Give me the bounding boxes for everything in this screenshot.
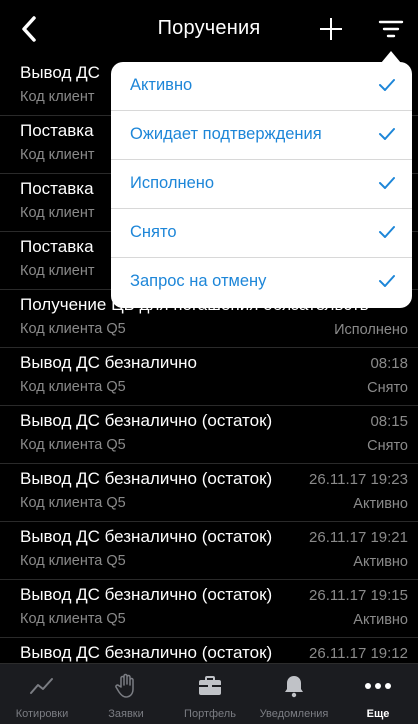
filter-option-active[interactable]: Активно bbox=[111, 62, 412, 111]
filter-option-label: Исполнено bbox=[130, 174, 215, 192]
list-item[interactable]: Вывод ДС безналично (остаток) Код клиент… bbox=[0, 580, 418, 638]
plus-icon bbox=[320, 18, 342, 40]
order-time: 26.11.17 19:15 bbox=[309, 587, 408, 604]
order-title: Поставка bbox=[20, 237, 94, 256]
checkmark-icon bbox=[379, 79, 395, 91]
order-status: Снято bbox=[367, 380, 408, 396]
order-client-code: Код клиент bbox=[20, 263, 95, 279]
order-status: Исполнено bbox=[334, 322, 408, 338]
list-item[interactable]: Вывод ДС безналично Код клиента Q5 08:18… bbox=[0, 348, 418, 406]
checkmark-icon bbox=[379, 275, 395, 287]
order-status: Активно bbox=[353, 496, 408, 512]
tab-orders[interactable]: Заявки bbox=[84, 664, 168, 724]
order-status: Активно bbox=[353, 612, 408, 628]
order-time: 08:18 bbox=[370, 355, 408, 372]
order-client-code: Код клиент bbox=[20, 89, 95, 105]
order-client-code: Код клиента Q5 bbox=[20, 379, 126, 395]
bell-icon bbox=[285, 676, 303, 698]
filter-option-awaiting-confirmation[interactable]: Ожидает подтверждения bbox=[111, 111, 412, 160]
briefcase-icon bbox=[199, 676, 221, 695]
tab-notifications[interactable]: Уведомления bbox=[252, 664, 336, 724]
list-item[interactable]: Вывод ДС безналично (остаток) Код клиент… bbox=[0, 406, 418, 464]
order-title: Вывод ДС безналично (остаток) bbox=[20, 527, 273, 546]
checkmark-icon bbox=[379, 128, 395, 140]
order-client-code: Код клиент bbox=[20, 147, 95, 163]
page-title: Поручения bbox=[157, 17, 261, 39]
order-client-code: Код клиента Q5 bbox=[20, 553, 126, 569]
order-client-code: Код клиента Q5 bbox=[20, 321, 126, 337]
order-title: Вывод ДС bbox=[20, 63, 100, 82]
status-filter-menu: Активно Ожидает подтверждения Исполнено … bbox=[111, 62, 412, 308]
filter-option-cancel-request[interactable]: Запрос на отмену bbox=[111, 258, 412, 307]
order-time: 26.11.17 19:12 bbox=[309, 645, 408, 662]
order-time: 26.11.17 19:21 bbox=[309, 529, 408, 546]
order-time: 26.11.17 19:23 bbox=[309, 471, 408, 488]
order-time: 08:15 bbox=[370, 413, 408, 430]
filter-option-label: Запрос на отмену bbox=[130, 272, 267, 290]
tab-label: Портфель bbox=[184, 708, 236, 720]
hand-icon bbox=[115, 673, 134, 698]
filter-option-label: Ожидает подтверждения bbox=[130, 125, 322, 143]
tab-more[interactable]: Еще bbox=[336, 664, 418, 724]
filter-icon bbox=[378, 20, 404, 38]
order-status: Активно bbox=[353, 554, 408, 570]
order-status: Снято bbox=[367, 438, 408, 454]
order-client-code: Код клиента Q5 bbox=[20, 611, 126, 627]
list-item[interactable]: Вывод ДС безналично (остаток) 26.11.17 1… bbox=[0, 638, 418, 663]
tab-label: Еще bbox=[366, 708, 390, 720]
checkmark-icon bbox=[379, 177, 395, 189]
tab-portfolio[interactable]: Портфель bbox=[168, 664, 252, 724]
nav-bar: Поручения bbox=[0, 0, 418, 58]
order-title: Вывод ДС безналично (остаток) bbox=[20, 643, 273, 662]
tab-label: Заявки bbox=[108, 708, 144, 720]
order-client-code: Код клиент bbox=[20, 205, 95, 221]
filter-option-executed[interactable]: Исполнено bbox=[111, 160, 412, 209]
order-title: Вывод ДС безналично (остаток) bbox=[20, 469, 273, 488]
tab-bar: Котировки Заявки Портфель Уведомления Ещ… bbox=[0, 663, 418, 724]
list-item[interactable]: Вывод ДС безналично (остаток) Код клиент… bbox=[0, 464, 418, 522]
order-client-code: Код клиента Q5 bbox=[20, 495, 126, 511]
more-dots-icon bbox=[365, 683, 391, 689]
add-order-button[interactable] bbox=[316, 14, 346, 44]
order-title: Вывод ДС безналично (остаток) bbox=[20, 585, 273, 604]
chart-line-icon bbox=[30, 678, 53, 694]
order-title: Поставка bbox=[20, 179, 94, 198]
filter-option-label: Активно bbox=[130, 76, 193, 94]
order-title: Вывод ДС безналично (остаток) bbox=[20, 411, 273, 430]
order-client-code: Код клиента Q5 bbox=[20, 437, 126, 453]
filter-button[interactable] bbox=[376, 16, 406, 44]
filter-option-label: Снято bbox=[130, 223, 177, 241]
order-title: Вывод ДС безналично bbox=[20, 353, 198, 372]
tab-label: Уведомления bbox=[259, 708, 329, 720]
filter-option-cancelled[interactable]: Снято bbox=[111, 209, 412, 258]
order-title: Поставка bbox=[20, 121, 94, 140]
checkmark-icon bbox=[379, 226, 395, 238]
tab-quotes[interactable]: Котировки bbox=[0, 664, 84, 724]
list-item[interactable]: Вывод ДС безналично (остаток) Код клиент… bbox=[0, 522, 418, 580]
tab-label: Котировки bbox=[15, 708, 69, 720]
